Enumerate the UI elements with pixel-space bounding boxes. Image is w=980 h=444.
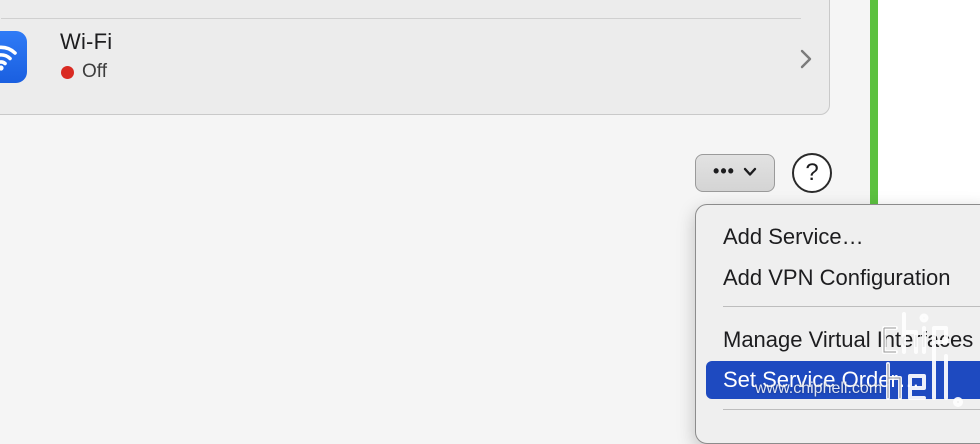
more-actions-button[interactable]: ••• — [695, 154, 775, 192]
window-accent-edge — [870, 0, 878, 206]
watermark-text: www.chiphell.com — [755, 380, 883, 397]
service-status-label: Off — [82, 61, 107, 82]
status-dot-icon — [61, 65, 74, 79]
service-row-wifi[interactable]: Wi-Fi Off — [0, 19, 831, 104]
menu-item-add-vpn-configuration[interactable]: Add VPN Configuration — [706, 259, 980, 297]
service-status: Off — [61, 61, 107, 83]
chiphell-logo — [878, 308, 968, 413]
chevron-right-icon — [800, 49, 812, 74]
wifi-icon — [0, 31, 27, 83]
service-name: Wi-Fi — [60, 29, 113, 54]
help-label: ? — [805, 159, 819, 186]
menu-item-add-service[interactable]: Add Service… — [706, 218, 980, 256]
menu-separator — [723, 306, 980, 307]
network-service-list: Wi-Fi Off — [0, 0, 830, 115]
help-button[interactable]: ? — [792, 153, 832, 193]
chevron-down-icon — [743, 164, 757, 182]
ellipsis-icon: ••• — [713, 161, 735, 181]
